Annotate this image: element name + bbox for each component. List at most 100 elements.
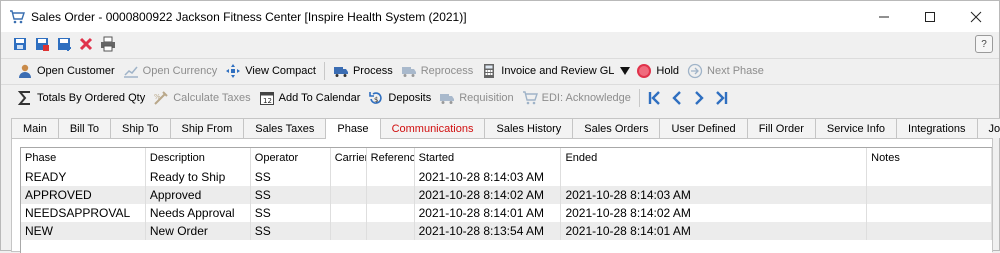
maximize-icon[interactable]	[907, 1, 953, 32]
cell-ended: 2021-10-28 8:14:02 AM	[561, 204, 867, 222]
toolbar-file	[1, 32, 999, 56]
cell-operator: SS	[251, 204, 331, 222]
cell-started: 2021-10-28 8:14:02 AM	[415, 186, 562, 204]
hold-label: Hold	[656, 65, 679, 77]
process-label: Process	[353, 65, 393, 77]
toolbar-tools: Totals By Ordered Qty % Calculate Taxes …	[1, 84, 999, 110]
edi-acknowledge-label: EDI: Acknowledge	[542, 92, 631, 104]
view-compact-label: View Compact	[245, 65, 316, 77]
next-phase-button[interactable]: Next Phase	[683, 60, 768, 82]
next-phase-label: Next Phase	[707, 65, 764, 77]
cell-phase: NEW	[21, 222, 146, 240]
cell-phase: NEEDSAPPROVAL	[21, 204, 146, 222]
reprocess-button[interactable]: Reprocess	[397, 60, 478, 82]
add-to-calendar-label: Add To Calendar	[279, 92, 361, 104]
save-and-close-icon[interactable]	[53, 33, 75, 55]
next-record-icon[interactable]	[688, 87, 710, 109]
edi-acknowledge-button[interactable]: EDI: Acknowledge	[518, 87, 635, 109]
calculate-taxes-button[interactable]: % Calculate Taxes	[149, 87, 254, 109]
tab-service-info[interactable]: Service Info	[815, 118, 897, 138]
grid-header-row: Phase Description Operator Carrier Refer…	[21, 148, 992, 168]
tab-sales-taxes[interactable]: Sales Taxes	[243, 118, 326, 138]
deposits-button[interactable]: $ Deposits	[364, 87, 435, 109]
column-header-phase[interactable]: Phase	[21, 148, 146, 168]
process-button[interactable]: Process	[329, 60, 397, 82]
cell-started: 2021-10-28 8:14:01 AM	[415, 204, 562, 222]
help-icon[interactable]: ?	[975, 35, 993, 53]
window-title: Sales Order - 0000800922 Jackson Fitness…	[31, 10, 467, 24]
tab-integrations[interactable]: Integrations	[896, 118, 977, 138]
tab-phase[interactable]: Phase	[325, 118, 380, 139]
toolbar-actions: Open Customer Open Currency View Compact…	[1, 58, 999, 83]
toolbar-separator	[324, 62, 325, 80]
currency-chart-icon	[123, 63, 139, 79]
column-header-started[interactable]: Started	[415, 148, 562, 168]
cell-notes	[867, 222, 992, 240]
requisition-truck-icon	[439, 90, 455, 106]
tab-bill-to[interactable]: Bill To	[58, 118, 111, 138]
open-currency-button[interactable]: Open Currency	[119, 60, 222, 82]
totals-label: Totals By Ordered Qty	[37, 92, 145, 104]
last-record-icon[interactable]	[710, 87, 732, 109]
column-header-carrier[interactable]: Carrier	[331, 148, 367, 168]
cell-description: Needs Approval	[146, 204, 251, 222]
column-header-operator[interactable]: Operator	[251, 148, 331, 168]
minimize-icon[interactable]	[861, 1, 907, 32]
cell-notes	[867, 186, 992, 204]
table-row[interactable]: APPROVED Approved SS 2021-10-28 8:14:02 …	[21, 186, 992, 204]
tab-sales-orders[interactable]: Sales Orders	[572, 118, 660, 138]
calculate-taxes-icon: %	[153, 90, 169, 106]
table-row[interactable]: READY Ready to Ship SS 2021-10-28 8:14:0…	[21, 168, 992, 186]
cell-ended: 2021-10-28 8:14:01 AM	[561, 222, 867, 240]
invoice-calculator-icon	[481, 63, 497, 79]
cell-carrier	[331, 204, 367, 222]
tab-ship-from[interactable]: Ship From	[170, 118, 245, 138]
phase-panel: Phase Description Operator Carrier Refer…	[11, 138, 993, 252]
column-header-reference[interactable]: Reference	[367, 148, 415, 168]
tab-main[interactable]: Main	[11, 118, 59, 138]
save-and-new-icon[interactable]	[31, 33, 53, 55]
totals-by-ordered-qty-button[interactable]: Totals By Ordered Qty	[13, 87, 149, 109]
tab-fill-order[interactable]: Fill Order	[747, 118, 816, 138]
cell-carrier	[331, 186, 367, 204]
tab-user-defined[interactable]: User Defined	[659, 118, 747, 138]
toolbar-separator	[639, 89, 640, 107]
cell-phase: APPROVED	[21, 186, 146, 204]
cell-notes	[867, 204, 992, 222]
tab-sales-history[interactable]: Sales History	[484, 118, 573, 138]
tab-job[interactable]: Job	[977, 118, 1000, 138]
first-record-icon[interactable]	[644, 87, 666, 109]
cell-ended: 2021-10-28 8:14:03 AM	[561, 186, 867, 204]
print-icon[interactable]	[97, 33, 119, 55]
cart-icon	[9, 9, 25, 25]
view-compact-button[interactable]: View Compact	[221, 60, 320, 82]
edi-cart-icon	[522, 90, 538, 106]
save-icon[interactable]	[9, 33, 31, 55]
truck-disabled-icon	[401, 63, 417, 79]
column-header-notes[interactable]: Notes	[867, 148, 992, 168]
cell-notes	[867, 168, 992, 186]
invoice-review-gl-button[interactable]: Invoice and Review GL	[477, 60, 618, 82]
open-customer-button[interactable]: Open Customer	[13, 60, 119, 82]
requisition-button[interactable]: Requisition	[435, 87, 517, 109]
open-customer-label: Open Customer	[37, 65, 115, 77]
requisition-label: Requisition	[459, 92, 513, 104]
cell-description: New Order	[146, 222, 251, 240]
add-to-calendar-button[interactable]: 12 Add To Calendar	[255, 87, 365, 109]
tab-ship-to[interactable]: Ship To	[110, 118, 171, 138]
phase-grid: Phase Description Operator Carrier Refer…	[20, 147, 992, 253]
table-row[interactable]: NEEDSAPPROVAL Needs Approval SS 2021-10-…	[21, 204, 992, 222]
table-row[interactable]: NEW New Order SS 2021-10-28 8:13:54 AM 2…	[21, 222, 992, 240]
invoice-dropdown-icon[interactable]	[618, 60, 632, 82]
column-header-ended[interactable]: Ended	[561, 148, 867, 168]
cell-operator: SS	[251, 186, 331, 204]
tab-communications[interactable]: Communications	[380, 118, 486, 138]
close-icon[interactable]	[953, 1, 999, 32]
cell-reference	[367, 222, 415, 240]
delete-icon[interactable]	[75, 33, 97, 55]
previous-record-icon[interactable]	[666, 87, 688, 109]
column-header-description[interactable]: Description	[146, 148, 251, 168]
hold-stop-icon	[636, 63, 652, 79]
hold-button[interactable]: Hold	[632, 60, 683, 82]
cell-description: Ready to Ship	[146, 168, 251, 186]
